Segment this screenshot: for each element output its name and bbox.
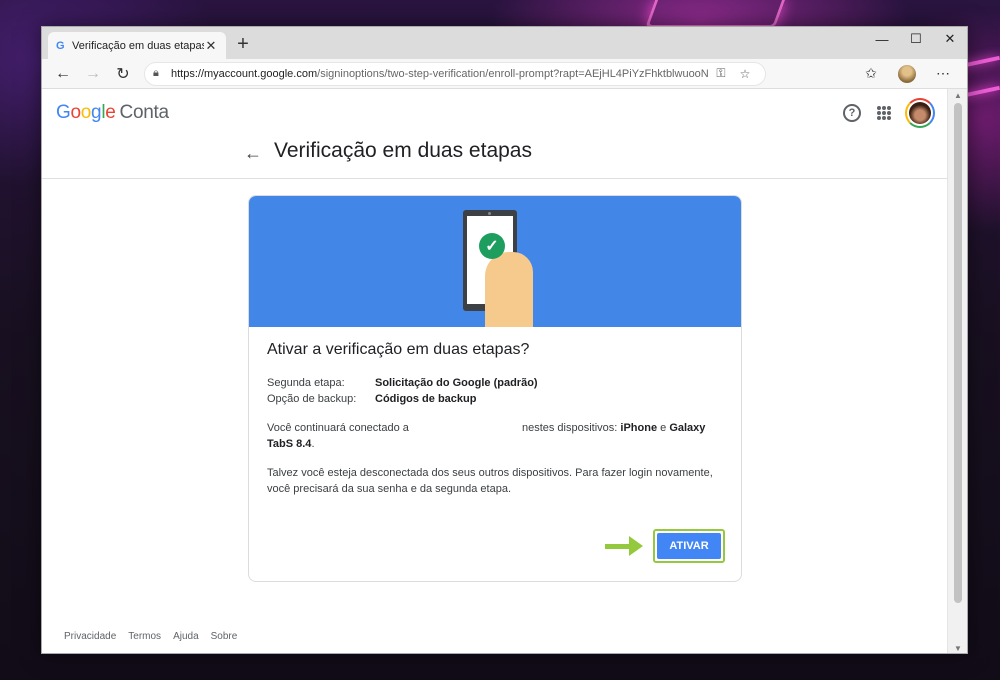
- info-value: Códigos de backup: [375, 393, 477, 405]
- page-content: Google Conta ? ← Verificação em duas etap…: [42, 89, 947, 653]
- page-footer: Privacidade Termos Ajuda Sobre: [64, 631, 249, 642]
- help-icon[interactable]: ?: [843, 104, 861, 122]
- tab-title: Verificação em duas etapas: [72, 39, 204, 52]
- account-avatar[interactable]: [905, 98, 935, 128]
- scroll-down-icon[interactable]: ▼: [948, 644, 967, 653]
- google-conta-logo[interactable]: Google Conta: [56, 102, 169, 124]
- checkmark-icon: ✓: [479, 233, 505, 259]
- button-area: ATIVAR: [605, 529, 725, 563]
- scroll-up-icon[interactable]: ▲: [948, 91, 967, 100]
- footer-link-about[interactable]: Sobre: [211, 631, 238, 642]
- card-body: Ativar a verificação em duas etapas? Seg…: [249, 327, 741, 511]
- url-text[interactable]: https://myaccount.google.com/signinoptio…: [171, 68, 709, 80]
- new-tab-button[interactable]: +: [232, 32, 254, 56]
- connected-devices-text: Você continuará conectado a nestes dispo…: [267, 422, 706, 450]
- card-title: Ativar a verificação em duas etapas?: [267, 341, 530, 358]
- close-tab-icon[interactable]: ✕: [204, 38, 218, 54]
- hand-illustration: [485, 252, 533, 327]
- info-row-backup: Opção de backup: Códigos de backup: [267, 391, 723, 407]
- maximize-icon[interactable]: ☐: [899, 27, 933, 51]
- refresh-icon[interactable]: ↻: [108, 61, 138, 87]
- apps-grid-icon[interactable]: [877, 106, 891, 120]
- info-row-second-step: Segunda etapa: Solicitação do Google (pa…: [267, 375, 723, 391]
- browser-tab[interactable]: G Verificação em duas etapas ✕: [48, 32, 226, 59]
- key-icon[interactable]: ⚿: [709, 66, 733, 81]
- info-value: Solicitação do Google (padrão): [375, 377, 538, 389]
- minimize-icon[interactable]: —: [865, 27, 899, 51]
- more-options-icon[interactable]: ⋯: [925, 65, 961, 82]
- browser-window: G Verificação em duas etapas ✕ + — ☐ ✕ ←…: [41, 26, 968, 654]
- google-header: Google Conta ?: [42, 89, 947, 139]
- browser-profile-avatar[interactable]: [898, 64, 916, 83]
- neon-sign-decoration: [644, 0, 786, 28]
- window-controls: — ☐ ✕: [865, 27, 967, 51]
- favorites-icon[interactable]: ✩: [853, 65, 889, 82]
- info-label: Segunda etapa:: [267, 377, 345, 389]
- lock-icon[interactable]: 🔒︎: [153, 67, 171, 80]
- close-window-icon[interactable]: ✕: [933, 27, 967, 51]
- signout-warning-text: Talvez você esteja desconectada dos seus…: [267, 467, 713, 495]
- title-row: ← Verificação em duas etapas: [42, 139, 947, 179]
- scrollbar-thumb[interactable]: [954, 103, 962, 603]
- toolbar-right: ✩ ⋯: [853, 64, 961, 83]
- back-arrow-icon[interactable]: ←: [244, 143, 262, 164]
- tab-bar: G Verificação em duas etapas ✕ + — ☐ ✕: [42, 27, 967, 59]
- browser-toolbar: ← → ↻ 🔒︎ https://myaccount.google.com/si…: [42, 59, 967, 89]
- button-highlight: ATIVAR: [653, 529, 725, 563]
- add-favorite-icon[interactable]: ☆: [733, 67, 757, 81]
- activate-button[interactable]: ATIVAR: [657, 533, 721, 559]
- address-bar[interactable]: 🔒︎ https://myaccount.google.com/signinop…: [144, 61, 766, 86]
- info-label: Opção de backup:: [267, 393, 357, 405]
- card-banner: ✓: [249, 196, 741, 327]
- footer-link-terms[interactable]: Termos: [128, 631, 161, 642]
- footer-link-help[interactable]: Ajuda: [173, 631, 199, 642]
- enable-2sv-card: ✓ Ativar a verificação em duas etapas? S…: [248, 195, 742, 582]
- page-scrollbar[interactable]: ▲ ▼: [947, 89, 967, 653]
- back-icon[interactable]: ←: [48, 61, 78, 87]
- pointer-arrow-icon: [605, 534, 645, 558]
- footer-link-privacy[interactable]: Privacidade: [64, 631, 116, 642]
- google-favicon-icon: G: [56, 39, 65, 52]
- header-icons: ?: [843, 98, 935, 128]
- forward-icon[interactable]: →: [78, 61, 108, 87]
- page-title: Verificação em duas etapas: [274, 139, 532, 162]
